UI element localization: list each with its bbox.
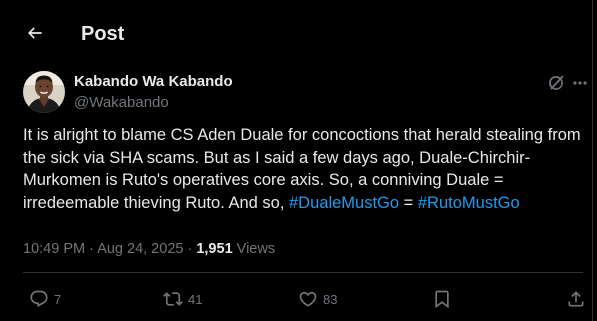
repost-count: 41 — [188, 291, 203, 307]
hashtag-link[interactable]: #DualeMustGo — [289, 194, 399, 212]
action-bar: 7 41 83 — [0, 281, 592, 317]
reply-button[interactable]: 7 — [29, 281, 61, 317]
meta-separator: · — [183, 241, 197, 257]
more-button[interactable] — [572, 72, 588, 94]
post-page: Post Kabando Wa Kabando @Wakabando It is… — [0, 0, 593, 321]
author-display-name[interactable]: Kabando Wa Kabando — [74, 73, 233, 91]
back-button[interactable] — [18, 16, 52, 50]
avatar[interactable] — [23, 71, 65, 113]
views-label: Views — [232, 241, 276, 257]
repost-icon — [163, 289, 183, 309]
post-date[interactable]: Aug 24, 2025 — [97, 241, 183, 257]
more-icon — [573, 81, 587, 85]
reply-count: 7 — [54, 291, 62, 307]
divider — [23, 272, 583, 273]
share-button[interactable] — [566, 281, 586, 317]
arrow-left-icon — [25, 23, 45, 43]
post-text-separator: = — [399, 193, 418, 212]
author-handle[interactable]: @Wakabando — [74, 94, 169, 112]
share-icon — [566, 289, 586, 309]
like-button[interactable]: 83 — [298, 281, 337, 317]
post-time[interactable]: 10:49 PM — [23, 241, 85, 257]
header: Post — [0, 0, 592, 66]
post-text: It is alright to blame CS Aden Duale for… — [23, 124, 583, 214]
grok-button[interactable] — [545, 72, 567, 94]
post-meta: 10:49 PM · Aug 24, 2025 · 1,951 Views — [23, 239, 275, 259]
repost-button[interactable]: 41 — [163, 281, 202, 317]
grok-icon — [547, 74, 565, 92]
bookmark-icon — [432, 289, 452, 309]
views-count: 1,951 — [196, 241, 233, 257]
like-count: 83 — [323, 291, 338, 307]
hashtag-link[interactable]: #RutoMustGo — [418, 194, 520, 212]
reply-icon — [29, 289, 49, 309]
page-title: Post — [81, 23, 125, 45]
meta-separator: · — [85, 241, 98, 257]
bookmark-button[interactable] — [432, 281, 452, 317]
like-icon — [298, 289, 318, 309]
